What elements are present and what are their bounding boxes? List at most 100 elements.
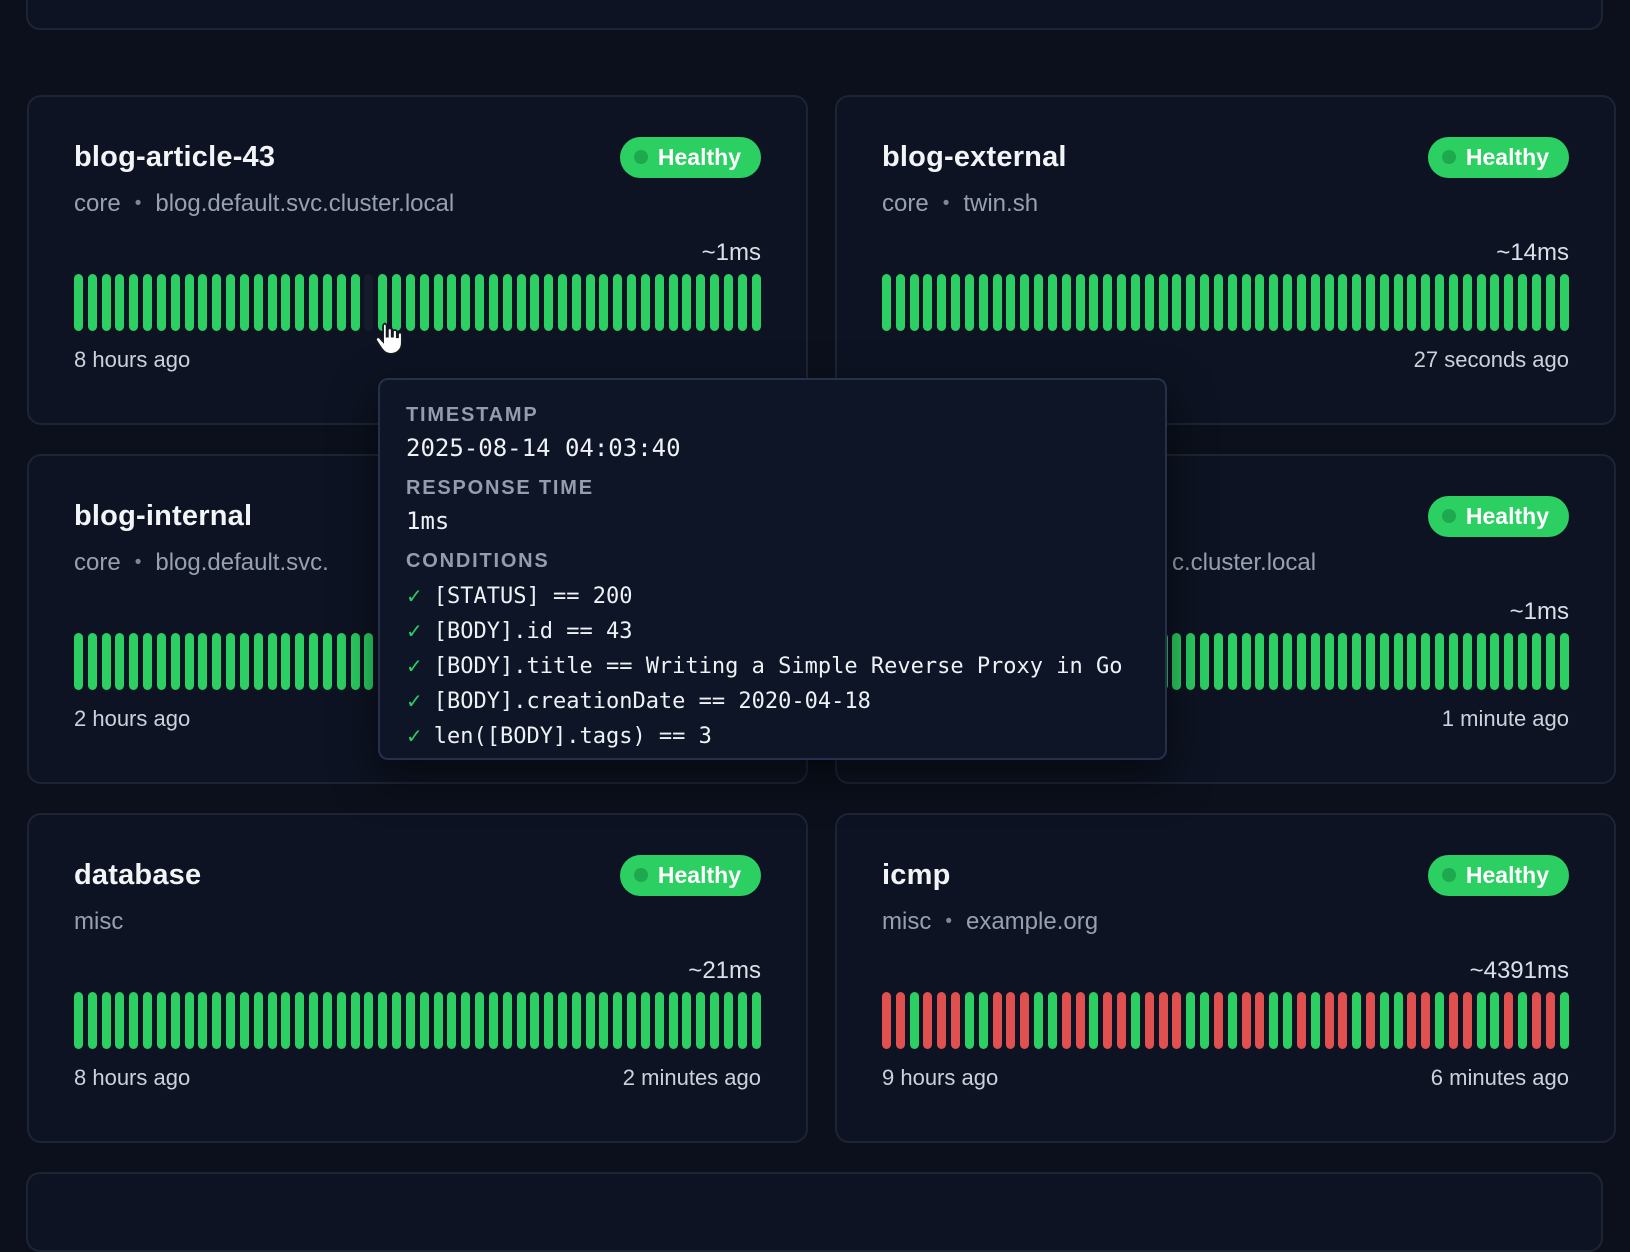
health-bar[interactable] [710, 274, 719, 331]
health-bar[interactable] [1449, 633, 1458, 690]
health-bar[interactable] [378, 274, 387, 331]
endpoint-card[interactable]: icmpHealthymisc•example.org~4391ms9 hour… [835, 813, 1616, 1143]
health-bar[interactable] [406, 274, 415, 331]
health-bar[interactable] [572, 992, 581, 1049]
health-bar[interactable] [1172, 274, 1181, 331]
health-bar[interactable] [143, 633, 152, 690]
health-bar[interactable] [599, 992, 608, 1049]
health-bar[interactable] [129, 274, 138, 331]
health-bar[interactable] [951, 274, 960, 331]
health-bar[interactable] [351, 992, 360, 1049]
health-bar[interactable] [1463, 274, 1472, 331]
health-bar[interactable] [1200, 633, 1209, 690]
health-bar[interactable] [1435, 992, 1444, 1049]
health-bar[interactable] [1200, 274, 1209, 331]
health-bar[interactable] [655, 992, 664, 1049]
health-bar[interactable] [1546, 274, 1555, 331]
health-bar[interactable] [1228, 992, 1237, 1049]
health-bar[interactable] [309, 274, 318, 331]
health-bar[interactable] [627, 992, 636, 1049]
health-bar[interactable] [599, 274, 608, 331]
health-bar[interactable] [1228, 633, 1237, 690]
health-bar[interactable] [882, 274, 891, 331]
health-bar[interactable] [281, 633, 290, 690]
health-bar[interactable] [1490, 992, 1499, 1049]
health-bar[interactable] [1463, 992, 1472, 1049]
health-bar[interactable] [1076, 992, 1085, 1049]
health-bar[interactable] [1062, 992, 1071, 1049]
health-bar[interactable] [1532, 633, 1541, 690]
health-bar[interactable] [572, 274, 581, 331]
health-bar[interactable] [923, 992, 932, 1049]
health-bar[interactable] [965, 274, 974, 331]
health-bar[interactable] [115, 633, 124, 690]
health-bar[interactable] [1186, 633, 1195, 690]
health-bar[interactable] [143, 274, 152, 331]
health-bar[interactable] [129, 633, 138, 690]
health-bar[interactable] [965, 992, 974, 1049]
health-bar[interactable] [1435, 633, 1444, 690]
health-bar[interactable] [1089, 992, 1098, 1049]
health-bar[interactable] [1504, 274, 1513, 331]
health-bar[interactable] [1006, 274, 1015, 331]
health-bar[interactable] [752, 274, 761, 331]
health-bar[interactable] [1394, 274, 1403, 331]
health-bar[interactable] [323, 633, 332, 690]
health-bar[interactable] [696, 274, 705, 331]
health-bar[interactable] [337, 633, 346, 690]
health-bar[interactable] [1255, 633, 1264, 690]
health-bar[interactable] [882, 992, 891, 1049]
health-bar[interactable] [1214, 274, 1223, 331]
health-bar[interactable] [1020, 274, 1029, 331]
health-bar[interactable] [544, 992, 553, 1049]
health-bar[interactable] [171, 633, 180, 690]
health-bar[interactable] [937, 992, 946, 1049]
health-bar[interactable] [1172, 992, 1181, 1049]
health-bar[interactable] [447, 992, 456, 1049]
health-bar[interactable] [724, 992, 733, 1049]
health-bar[interactable] [1034, 274, 1043, 331]
health-bar[interactable] [682, 274, 691, 331]
health-bar[interactable] [475, 992, 484, 1049]
health-bar[interactable] [1228, 274, 1237, 331]
health-bar[interactable] [696, 992, 705, 1049]
health-bar[interactable] [1352, 633, 1361, 690]
health-bar[interactable] [1338, 992, 1347, 1049]
health-bar[interactable] [1297, 274, 1306, 331]
health-bar[interactable] [171, 274, 180, 331]
health-bar[interactable] [910, 274, 919, 331]
health-bar[interactable] [198, 633, 207, 690]
health-bar[interactable] [351, 274, 360, 331]
health-bar[interactable] [1242, 992, 1251, 1049]
health-bar[interactable] [88, 633, 97, 690]
health-bar[interactable] [1560, 274, 1569, 331]
health-bar[interactable] [88, 992, 97, 1049]
health-bar[interactable] [1546, 992, 1555, 1049]
health-bar[interactable] [613, 992, 622, 1049]
endpoint-card[interactable]: databaseHealthymisc~21ms8 hours ago2 min… [27, 813, 808, 1143]
health-bar[interactable] [157, 633, 166, 690]
health-bar[interactable] [910, 992, 919, 1049]
health-bar[interactable] [157, 274, 166, 331]
health-bar[interactable] [364, 633, 373, 690]
health-bar[interactable] [1325, 633, 1334, 690]
health-bar[interactable] [226, 633, 235, 690]
health-bar[interactable] [586, 992, 595, 1049]
health-bar[interactable] [544, 274, 553, 331]
health-bar[interactable] [281, 992, 290, 1049]
health-bar[interactable] [1380, 633, 1389, 690]
health-bar[interactable] [1490, 633, 1499, 690]
health-bar[interactable] [1477, 992, 1486, 1049]
health-bar[interactable] [1297, 633, 1306, 690]
health-bar[interactable] [212, 274, 221, 331]
health-bar[interactable] [752, 992, 761, 1049]
health-bar[interactable] [1421, 633, 1430, 690]
health-bar[interactable] [185, 274, 194, 331]
health-bar[interactable] [309, 992, 318, 1049]
health-bar[interactable] [337, 274, 346, 331]
health-bar[interactable] [1435, 274, 1444, 331]
health-bar[interactable] [226, 274, 235, 331]
health-bar[interactable] [655, 274, 664, 331]
health-bar[interactable] [74, 992, 83, 1049]
health-bar[interactable] [74, 274, 83, 331]
